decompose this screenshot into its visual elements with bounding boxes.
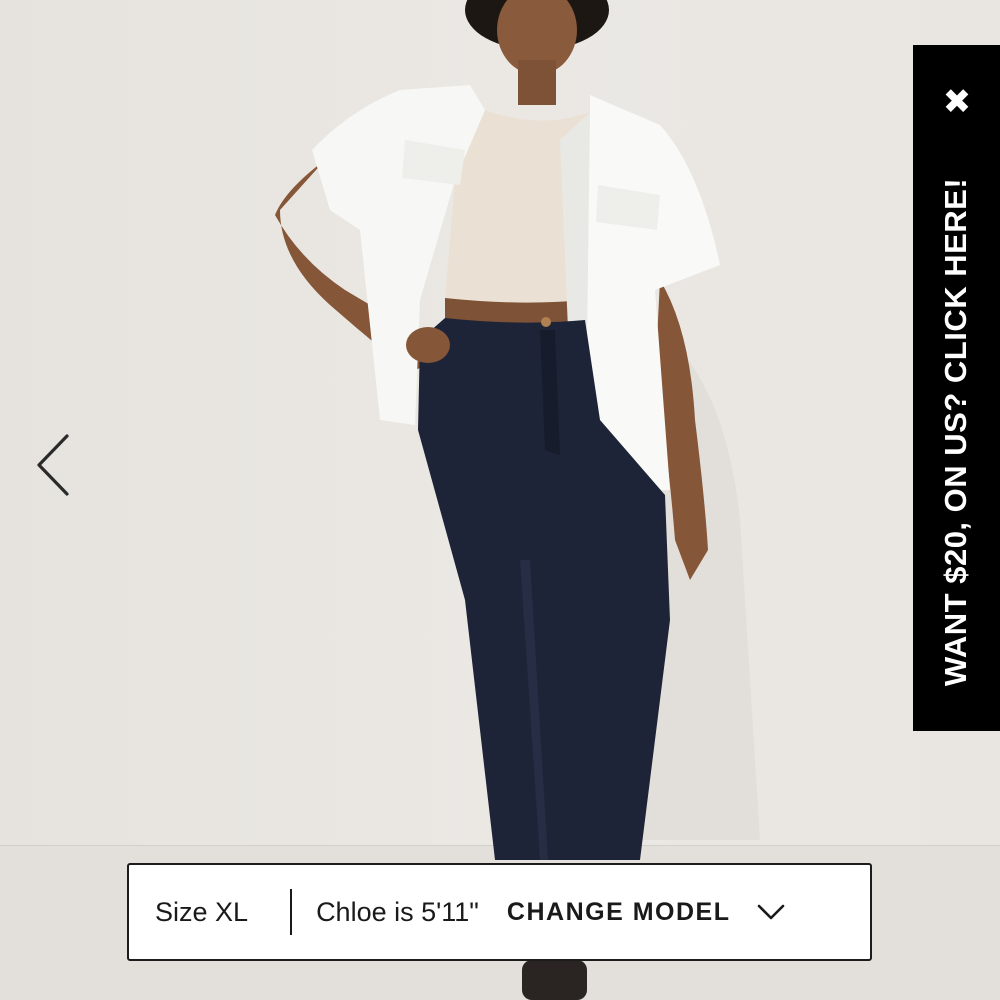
model-figure [275, 0, 760, 1000]
size-label: Size XL [155, 896, 249, 927]
change-model-button[interactable]: CHANGE MODEL [507, 898, 787, 927]
product-photo [0, 0, 1000, 1000]
previous-image-button[interactable] [28, 430, 78, 500]
model-info-bar: Size XL Chloe is 5'11" CHANGE MODEL [127, 863, 872, 961]
promo-close-button[interactable]: ✖ [935, 80, 979, 124]
promo-text[interactable]: WANT $20, ON US? CLICK HERE! [938, 178, 974, 686]
chevron-down-icon [758, 904, 785, 920]
bar-divider [290, 889, 293, 935]
change-model-label: CHANGE MODEL [506, 897, 731, 926]
close-icon: ✖ [942, 82, 972, 122]
chevron-left-icon [37, 434, 69, 496]
model-height-info: Chloe is 5'11" [316, 896, 479, 927]
